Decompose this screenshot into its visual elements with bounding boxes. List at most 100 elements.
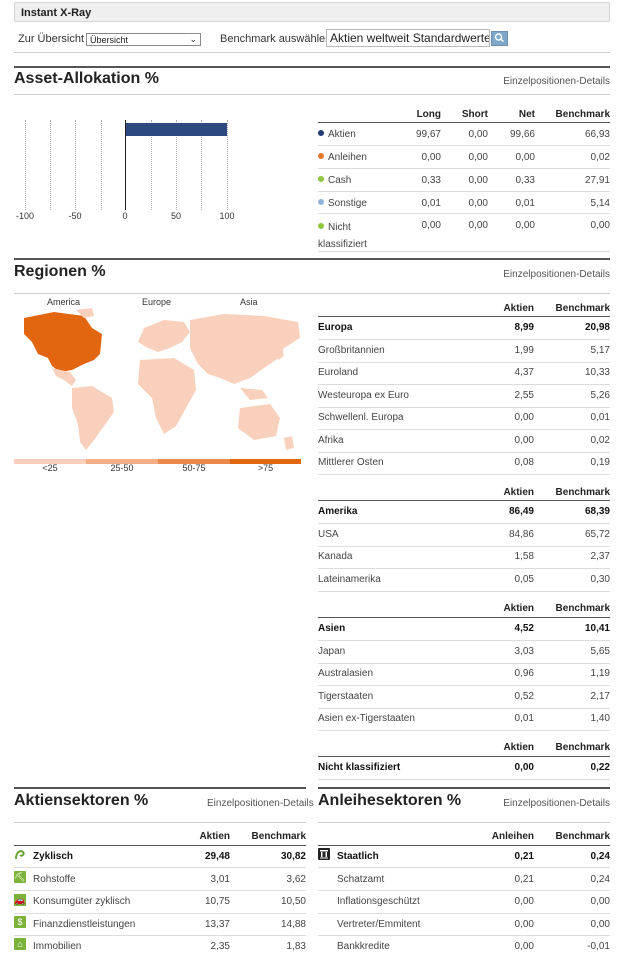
table-row: Australasien (318, 668, 374, 679)
row-rule (318, 384, 610, 385)
row-rule (318, 546, 610, 547)
row-rule (318, 591, 610, 592)
cell-benchmark: 2,37 (590, 551, 610, 562)
financial-icon: $ (14, 916, 26, 928)
table-row: Schwellenl. Europa (318, 412, 404, 423)
row-rule (318, 251, 610, 252)
cell-long: 0,33 (421, 175, 441, 186)
row-rule (318, 407, 610, 408)
table-row: Cash (318, 175, 351, 186)
tick-label: -100 (15, 211, 34, 221)
cell-benchmark: 0,02 (590, 152, 610, 163)
gridline (25, 120, 26, 210)
cell-aktien: 10,75 (204, 896, 230, 907)
row-rule (14, 913, 306, 914)
col-header-short: Short (461, 109, 488, 120)
table-row: Inflationsgeschützt (337, 896, 420, 907)
chevron-down-icon: ⌄ (189, 34, 197, 44)
cell-benchmark: 65,72 (584, 529, 610, 540)
col-header-benchmark: Benchmark (555, 487, 610, 498)
cell-benchmark: 1,83 (286, 941, 306, 952)
cell-long: 99,67 (415, 129, 441, 140)
row-label: Cash (328, 175, 352, 186)
region-africa (138, 358, 196, 434)
row-rule (14, 935, 306, 936)
overview-select[interactable]: Übersicht ⌄ (86, 33, 201, 46)
section-rule (318, 787, 610, 789)
cell-benchmark: 0,24 (590, 851, 610, 862)
table-row: Anleihen (318, 152, 367, 163)
row-rule (14, 890, 306, 891)
bond-sectors-details-link[interactable]: Einzelpositionen-Details (503, 798, 610, 809)
legend-label: >75 (257, 463, 274, 473)
row-rule (14, 867, 306, 868)
cell-aktien: 0,00 (514, 412, 534, 423)
table-header-rule (318, 316, 610, 317)
col-header-aktien: Aktien (503, 742, 534, 753)
row-rule (318, 779, 610, 780)
cell-short: 0,00 (468, 220, 488, 231)
cell-aktien: 86,49 (508, 506, 534, 517)
col-header-aktien: Aktien (503, 303, 534, 314)
region-group-america: Amerika (318, 506, 358, 517)
region-group-unclassified: Nicht klassifiziert (318, 762, 401, 773)
section-rule (14, 66, 610, 68)
equity-sectors-details-link[interactable]: Einzelpositionen-Details (207, 798, 314, 809)
cell-aktien: 0,01 (514, 713, 534, 724)
asset-allocation-details-link[interactable]: Einzelpositionen-Details (503, 76, 610, 87)
table-row: Kanada (318, 551, 353, 562)
benchmark-input[interactable]: Aktien weltweit Standardwerte (326, 29, 490, 47)
cell-benchmark: 5,17 (590, 345, 610, 356)
cell-benchmark: 68,39 (584, 506, 610, 517)
cell-aktien: 0,00 (514, 762, 534, 773)
table-row: Westeuropa ex Euro (318, 390, 409, 401)
row-rule (318, 213, 610, 214)
legend-dot (318, 130, 324, 137)
col-header-benchmark: Benchmark (555, 109, 610, 120)
section-divider (14, 822, 306, 823)
cell-aktien: 1,99 (514, 345, 534, 356)
cell-benchmark: 10,50 (280, 896, 306, 907)
table-row: Bankkredite (337, 941, 390, 952)
cell-benchmark: 0,01 (590, 412, 610, 423)
region-australia (238, 404, 280, 440)
row-rule (318, 145, 610, 146)
gridline (101, 120, 102, 210)
col-header-benchmark: Benchmark (555, 831, 610, 842)
equity-sectors-title: Aktiensektoren % (14, 792, 149, 809)
search-icon[interactable] (491, 31, 508, 46)
col-header-benchmark: Benchmark (555, 303, 610, 314)
cell-aktien: 4,52 (514, 623, 534, 634)
region-group-asia: Asien (318, 623, 346, 634)
real-estate-icon: ⌂ (14, 938, 26, 950)
asset-allocation-title: Asset-Allokation % (14, 70, 159, 87)
legend-label: 25-50 (110, 463, 134, 473)
window-title: Instant X-Ray (14, 2, 610, 22)
row-label: Anleihen (328, 152, 367, 163)
row-rule (318, 523, 610, 524)
row-rule (318, 452, 610, 453)
cell-benchmark: 27,91 (584, 175, 610, 186)
cell-benchmark: 0,24 (590, 874, 610, 885)
table-row: Tigerstaaten (318, 691, 374, 702)
region-group-europe: Europa (318, 322, 353, 333)
header-divider (14, 52, 610, 53)
regions-details-link[interactable]: Einzelpositionen-Details (503, 269, 610, 280)
col-header-long: Long (416, 109, 441, 120)
table-header-rule (318, 845, 610, 846)
cell-benchmark: 0,00 (590, 896, 610, 907)
cell-aktien: 2,55 (514, 390, 534, 401)
col-header-anleihen: Anleihen (491, 831, 534, 842)
section-divider (14, 94, 610, 95)
cell-short: 0,00 (468, 198, 488, 209)
col-header-benchmark: Benchmark (251, 831, 306, 842)
cell-aktien: 0,08 (514, 457, 534, 468)
row-rule (318, 935, 610, 936)
table-row: USA (318, 529, 339, 540)
region-north-america (24, 312, 102, 372)
cell-net: 0,01 (515, 198, 535, 209)
cell-anleihen: 0,00 (514, 896, 534, 907)
row-rule (318, 362, 610, 363)
table-header-rule (318, 122, 610, 123)
cell-benchmark: 3,62 (286, 874, 306, 885)
